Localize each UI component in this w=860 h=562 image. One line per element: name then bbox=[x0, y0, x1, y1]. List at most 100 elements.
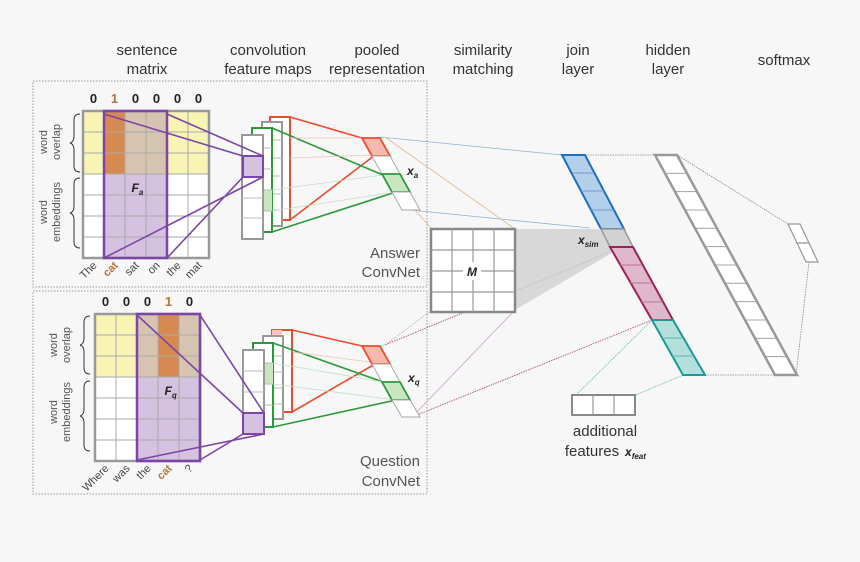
question-matrix-cell bbox=[115, 439, 138, 462]
header-conv-line2: feature maps bbox=[224, 61, 312, 78]
question-matrix-cell bbox=[115, 376, 138, 399]
answer-matrix-cell bbox=[103, 173, 126, 196]
question-matrix-cell bbox=[178, 397, 201, 420]
answer-matrix-cell bbox=[187, 236, 210, 259]
answer-embeddings-label-1: word bbox=[38, 200, 50, 225]
answer-overlap-flag: 0 bbox=[153, 91, 160, 106]
header-join-line1: join bbox=[565, 42, 589, 59]
header-pooled-line2: representation bbox=[329, 61, 425, 78]
question-matrix-cell bbox=[115, 355, 138, 378]
answer-matrix-cell bbox=[82, 152, 105, 175]
answer-matrix-cell bbox=[124, 215, 147, 238]
question-embeddings-label-1: word bbox=[48, 400, 60, 425]
answer-matrix-cell bbox=[82, 194, 105, 217]
connector-xa-join-bottom bbox=[409, 209, 591, 229]
xfeat-label: xfeat bbox=[624, 445, 646, 461]
answer-matrix-cell bbox=[166, 131, 189, 154]
question-conv-feature-maps bbox=[242, 329, 293, 435]
answer-word: on bbox=[145, 260, 162, 277]
question-matrix-cell bbox=[115, 397, 138, 420]
question-matrix-cell bbox=[178, 418, 201, 441]
question-convnet-label-2: ConvNet bbox=[362, 473, 421, 490]
pooled-cell bbox=[391, 191, 421, 211]
similarity-projection bbox=[515, 229, 622, 310]
header-pooled-line1: pooled bbox=[354, 42, 399, 59]
question-matrix-cell bbox=[136, 355, 159, 378]
header-similarity-line2: matching bbox=[453, 61, 514, 78]
additional-features-line2: features bbox=[565, 443, 619, 460]
additional-features-line1: additional bbox=[573, 423, 637, 440]
feature-map-active-cell bbox=[242, 412, 265, 435]
answer-matrix-cell bbox=[166, 173, 189, 196]
column-headers: sentence matrix convolution feature maps… bbox=[117, 42, 811, 78]
question-matrix-cell bbox=[178, 313, 201, 336]
question-word: cat bbox=[155, 462, 175, 482]
question-matrix-cell bbox=[136, 334, 159, 357]
header-join-line2: layer bbox=[562, 61, 595, 78]
answer-convnet-label-2: ConvNet bbox=[362, 264, 421, 281]
answer-overlap-label-2: overlap bbox=[51, 124, 63, 160]
answer-overlap-flag: 0 bbox=[174, 91, 181, 106]
brace-icon bbox=[79, 380, 91, 452]
connector-feat-join-bottom bbox=[635, 374, 684, 396]
question-matrix-cell bbox=[94, 313, 117, 336]
header-softmax: softmax bbox=[758, 52, 811, 69]
answer-word: sat bbox=[123, 260, 142, 279]
question-matrix-cell bbox=[136, 418, 159, 441]
softmax-layer bbox=[787, 223, 819, 263]
answer-matrix-cell bbox=[103, 215, 126, 238]
brace-icon bbox=[69, 113, 81, 173]
question-matrix-cell bbox=[157, 397, 180, 420]
answer-matrix-cell bbox=[145, 173, 168, 196]
answer-matrix-cell bbox=[82, 236, 105, 259]
answer-overlap-flag: 1 bbox=[111, 91, 118, 106]
answer-matrix-cell bbox=[103, 236, 126, 259]
similarity-matrix-label: M bbox=[467, 265, 478, 279]
answer-matrix-cell bbox=[145, 236, 168, 259]
answer-overlap-flag: 0 bbox=[195, 91, 202, 106]
question-matrix-cell bbox=[136, 376, 159, 399]
answer-matrix-cell bbox=[124, 194, 147, 217]
question-matrix-cell bbox=[94, 418, 117, 441]
additional-features: additional features xfeat bbox=[565, 394, 646, 461]
question-overlap-flag: 1 bbox=[165, 294, 172, 309]
join-segment-xfeat bbox=[650, 319, 707, 376]
answer-matrix-cell bbox=[124, 236, 147, 259]
answer-matrix-cell bbox=[145, 131, 168, 154]
pooled-cell bbox=[391, 399, 421, 418]
answer-matrix-cell bbox=[82, 110, 105, 133]
answer-matrix-cell bbox=[187, 152, 210, 175]
header-sentence-line2: matrix bbox=[127, 61, 168, 78]
answer-overlap-flag: 0 bbox=[90, 91, 97, 106]
answer-matrix-cell bbox=[145, 194, 168, 217]
diagram-canvas: sentence matrix convolution feature maps… bbox=[32, 42, 819, 495]
join-segment-xa bbox=[560, 154, 626, 230]
similarity-matrix: M bbox=[429, 227, 517, 314]
feature-map-green-active bbox=[265, 363, 273, 384]
question-word: ? bbox=[183, 463, 196, 476]
answer-word: The bbox=[78, 260, 100, 282]
question-matrix-cell bbox=[94, 355, 117, 378]
connector-xq-matrix-left bbox=[384, 309, 433, 346]
answer-matrix-cell bbox=[124, 131, 147, 154]
question-sentence-matrix: 0Where0was0the1cat0?Fq bbox=[80, 294, 202, 494]
question-matrix-cell bbox=[115, 313, 138, 336]
question-side-labels: word overlap word embeddings bbox=[48, 315, 91, 452]
question-matrix-cell bbox=[157, 439, 180, 462]
header-hidden-line2: layer bbox=[652, 61, 685, 78]
question-matrix-cell bbox=[94, 334, 117, 357]
answer-sentence-matrix: 0The1cat0sat0on0the0matFa bbox=[78, 91, 211, 282]
question-matrix-cell bbox=[94, 397, 117, 420]
question-convnet-label-1: Question bbox=[360, 453, 420, 470]
answer-matrix-cell bbox=[82, 131, 105, 154]
feature-map-active-cell bbox=[242, 155, 264, 178]
question-matrix-cell bbox=[157, 418, 180, 441]
answer-matrix-cell bbox=[82, 173, 105, 196]
question-word: was bbox=[110, 462, 133, 485]
question-matrix-cell bbox=[136, 397, 159, 420]
header-hidden-line1: hidden bbox=[645, 42, 690, 59]
answer-matrix-cell bbox=[103, 131, 126, 154]
answer-convnet-label-1: Answer bbox=[370, 245, 420, 262]
question-word: the bbox=[134, 463, 153, 482]
answer-matrix-cell bbox=[103, 152, 126, 175]
